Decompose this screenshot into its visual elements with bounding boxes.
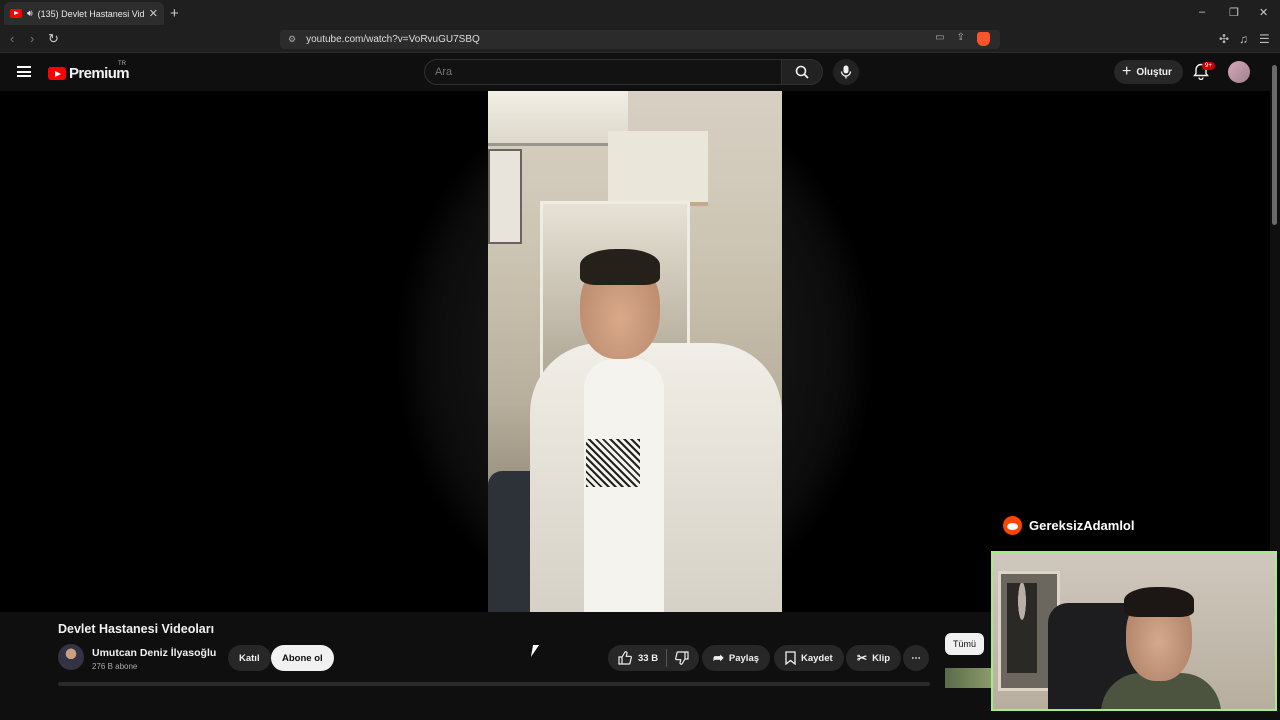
reload-icon[interactable]: ↻ — [48, 31, 59, 47]
tab-title: (135) Devlet Hastanesi Videoları — [37, 8, 144, 19]
scissors-icon: ✂ — [857, 651, 868, 665]
subscriber-count: 276 B abone — [92, 662, 138, 671]
video-cabinet — [608, 131, 708, 206]
microphone-icon — [840, 65, 852, 79]
share-button[interactable]: ➦ Paylaş — [702, 645, 771, 671]
more-actions-button[interactable]: ⋯ — [903, 645, 929, 671]
thumbs-down-icon[interactable] — [675, 651, 689, 665]
back-icon[interactable]: ‹ — [10, 31, 14, 46]
join-label: Katıl — [239, 652, 260, 664]
tab-close-icon[interactable]: ✕ — [149, 7, 158, 20]
webcam-portrait — [1007, 583, 1037, 673]
save-label: Kaydet — [801, 652, 833, 664]
site-info-icon[interactable]: ⚙ — [288, 34, 296, 45]
save-button[interactable]: Kaydet — [774, 645, 844, 671]
address-bar[interactable]: ⚙ youtube.com/watch?v=VoRvuGU7SBQ ▭ ⇪ — [280, 30, 1000, 49]
region-code: TR — [118, 61, 126, 67]
video-person-hair — [580, 249, 660, 285]
scrollbar-thumb[interactable] — [1272, 65, 1277, 225]
new-tab-button[interactable]: + — [170, 5, 179, 22]
youtube-play-icon — [48, 67, 66, 80]
reddit-icon — [1003, 516, 1022, 535]
subscribe-button[interactable]: Abone ol — [271, 645, 334, 671]
clip-label: Klip — [872, 652, 891, 664]
logo-text: Premium — [69, 65, 130, 82]
video-air-conditioner — [488, 91, 628, 146]
cast-icon[interactable]: ▭ — [935, 32, 944, 46]
more-dots-icon: ⋯ — [911, 652, 921, 664]
recommended-thumbnail[interactable] — [945, 668, 991, 688]
account-avatar[interactable] — [1228, 61, 1250, 83]
youtube-header: Premium TR + Oluştur 9+ — [0, 53, 1270, 91]
forward-icon[interactable]: › — [30, 31, 34, 46]
youtube-favicon-icon — [10, 9, 22, 18]
youtube-logo[interactable]: Premium TR — [48, 61, 130, 82]
filter-chip-all[interactable]: Tümü — [945, 633, 985, 655]
like-button[interactable]: 33 B — [618, 651, 658, 665]
browser-tab[interactable]: 🔊︎ (135) Devlet Hastanesi Videoları ✕ — [4, 2, 164, 25]
description-box-edge — [58, 682, 930, 686]
mouse-cursor-icon — [530, 645, 546, 657]
reddit-overlay: GereksizAdamlol — [1003, 516, 1135, 535]
search-input[interactable] — [424, 59, 782, 85]
channel-avatar[interactable] — [58, 644, 84, 670]
create-button[interactable]: + Oluştur — [1114, 60, 1183, 84]
like-dislike-group: 33 B — [608, 645, 700, 671]
video-title: Devlet Hastanesi Videoları — [58, 622, 215, 636]
notifications-badge: 9+ — [1202, 62, 1215, 70]
thumbs-up-icon — [618, 651, 632, 665]
guide-menu-icon[interactable] — [17, 66, 31, 77]
like-count: 33 B — [638, 652, 659, 664]
share-icon[interactable]: ⇪ — [957, 32, 965, 46]
webcam-overlay — [991, 551, 1277, 711]
plus-icon: + — [1122, 63, 1132, 80]
voice-search-button[interactable] — [833, 59, 859, 85]
close-window-button[interactable]: ✕ — [1259, 6, 1268, 19]
brave-shield-icon[interactable] — [977, 32, 990, 46]
reddit-username: GereksizAdamlol — [1029, 518, 1135, 533]
share-arrow-icon: ➦ — [713, 650, 724, 665]
join-button[interactable]: Katıl — [228, 645, 271, 671]
video-shirt-print — [586, 439, 640, 487]
webcam-person-hair — [1124, 587, 1194, 617]
subscribe-label: Abone ol — [282, 652, 323, 664]
minimize-button[interactable]: – — [1199, 6, 1205, 18]
channel-name[interactable]: Umutcan Deniz İlyasoğlu — [92, 647, 216, 659]
browser-navbar: ‹ › ↻ ⚙ youtube.com/watch?v=VoRvuGU7SBQ … — [0, 27, 1280, 53]
browser-titlebar: 🔊︎ (135) Devlet Hastanesi Videoları ✕ + … — [0, 0, 1280, 27]
create-label: Oluştur — [1136, 66, 1172, 78]
bookmark-icon — [785, 651, 796, 665]
clip-button[interactable]: ✂ Klip — [846, 645, 902, 671]
search-icon — [795, 65, 809, 79]
share-label: Paylaş — [728, 652, 760, 664]
video-frame[interactable] — [488, 91, 782, 612]
speaker-icon[interactable]: 🔊︎ — [27, 8, 33, 19]
extensions-icon[interactable]: ✣ — [1219, 32, 1229, 46]
media-icon[interactable]: ♫ — [1239, 32, 1248, 46]
restore-button[interactable]: ❐ — [1229, 6, 1239, 19]
like-divider — [666, 649, 668, 667]
url-text: youtube.com/watch?v=VoRvuGU7SBQ — [306, 34, 480, 45]
video-wall-clock — [488, 149, 522, 244]
menu-icon[interactable]: ☰ — [1259, 32, 1270, 46]
search-button[interactable] — [781, 59, 823, 85]
